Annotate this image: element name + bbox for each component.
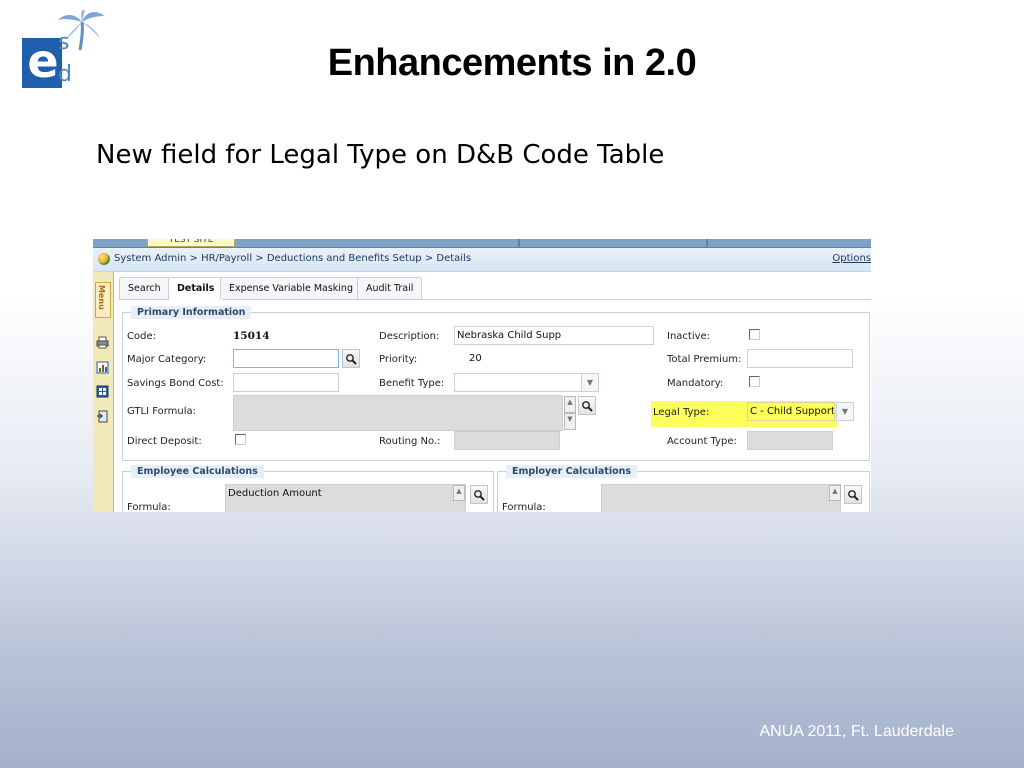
magnifier-icon (474, 490, 485, 501)
routing-no-input[interactable] (454, 431, 560, 450)
description-label: Description: (379, 331, 440, 342)
options-link[interactable]: Options (832, 253, 871, 264)
app-top-bar: TEST SITE (93, 239, 871, 248)
legal-type-select[interactable]: C - Child Support (747, 402, 835, 421)
employer-formula-label: Formula: (502, 502, 546, 512)
gtli-scroll-down[interactable]: ▼ (564, 413, 576, 430)
calendar-grid-icon[interactable] (96, 385, 109, 398)
inactive-label: Inactive: (667, 331, 711, 342)
major-category-lookup-button[interactable] (342, 349, 360, 368)
gtli-formula-label: GTLI Formula: (127, 406, 197, 417)
priority-label: Priority: (379, 354, 418, 365)
top-bar-divider (706, 239, 708, 247)
savings-bond-cost-input[interactable] (233, 373, 339, 392)
tab-audit-trail[interactable]: Audit Trail (357, 277, 423, 299)
employee-formula-lookup-button[interactable] (470, 485, 488, 504)
benefit-type-dropdown-arrow[interactable]: ▼ (581, 373, 599, 392)
site-badge: TEST SITE (147, 239, 235, 247)
direct-deposit-label: Direct Deposit: (127, 436, 202, 447)
group-legend: Employer Calculations (506, 465, 638, 478)
breadcrumb[interactable]: System Admin > HR/Payroll > Deductions a… (114, 253, 471, 264)
major-category-label: Major Category: (127, 354, 207, 365)
magnifier-icon (848, 490, 859, 501)
priority-input[interactable]: 20 (454, 349, 494, 368)
breadcrumb-bar: System Admin > HR/Payroll > Deductions a… (93, 248, 871, 272)
slide-title: Enhancements in 2.0 (327, 42, 697, 84)
globe-icon (98, 253, 110, 265)
slide-subtitle: New field for Legal Type on D&B Code Tab… (96, 140, 665, 170)
legal-type-dropdown-arrow[interactable]: ▼ (836, 402, 854, 421)
printer-icon[interactable] (96, 336, 109, 349)
mandatory-label: Mandatory: (667, 378, 724, 389)
total-premium-label: Total Premium: (667, 354, 742, 365)
code-label: Code: (127, 331, 156, 342)
major-category-input[interactable] (233, 349, 339, 368)
menu-tab[interactable]: Menu (95, 282, 111, 318)
employer-formula-lookup-button[interactable] (844, 485, 862, 504)
menu-rail: Menu (93, 272, 114, 512)
magnifier-icon (582, 401, 593, 412)
report-icon[interactable] (96, 361, 109, 374)
tab-expense-variable-masking[interactable]: Expense Variable Masking (220, 277, 362, 299)
legal-type-label: Legal Type: (653, 407, 710, 418)
savings-bond-cost-label: Savings Bond Cost: (127, 378, 224, 389)
tab-search[interactable]: Search (119, 277, 170, 299)
employee-formula-textarea[interactable]: Deduction Amount (225, 484, 466, 512)
benefit-type-select[interactable] (454, 373, 582, 392)
exit-door-icon[interactable] (96, 410, 109, 423)
slide-footer: ANUA 2011, Ft. Lauderdale (759, 723, 955, 740)
routing-no-label: Routing No.: (379, 436, 441, 447)
employer-formula-textarea[interactable] (601, 484, 841, 512)
menu-tab-label: Menu (97, 285, 106, 310)
employee-formula-scroll-up[interactable]: ▲ (453, 485, 465, 501)
gtli-scroll-up[interactable]: ▲ (564, 396, 576, 413)
mandatory-checkbox[interactable] (749, 376, 760, 387)
app-screenshot: TEST SITE System Admin > HR/Payroll > De… (93, 239, 871, 512)
magnifier-icon (346, 354, 357, 365)
employer-formula-scroll-up[interactable]: ▲ (829, 485, 841, 501)
group-legend: Primary Information (131, 306, 252, 319)
gtli-formula-lookup-button[interactable] (578, 396, 596, 415)
employee-formula-label: Formula: (127, 502, 171, 512)
total-premium-input[interactable] (747, 349, 853, 368)
description-input[interactable]: Nebraska Child Supp (454, 326, 654, 345)
tab-strip: Search Details Expense Variable Masking … (119, 277, 871, 300)
account-type-label: Account Type: (667, 436, 737, 447)
benefit-type-label: Benefit Type: (379, 378, 445, 389)
gtli-formula-textarea[interactable] (233, 395, 563, 431)
direct-deposit-checkbox[interactable] (235, 434, 246, 445)
account-type-input[interactable] (747, 431, 833, 450)
top-bar-divider (518, 239, 520, 247)
group-legend: Employee Calculations (131, 465, 264, 478)
code-value: 15014 (233, 330, 270, 342)
tab-details[interactable]: Details (168, 277, 224, 300)
inactive-checkbox[interactable] (749, 329, 760, 340)
